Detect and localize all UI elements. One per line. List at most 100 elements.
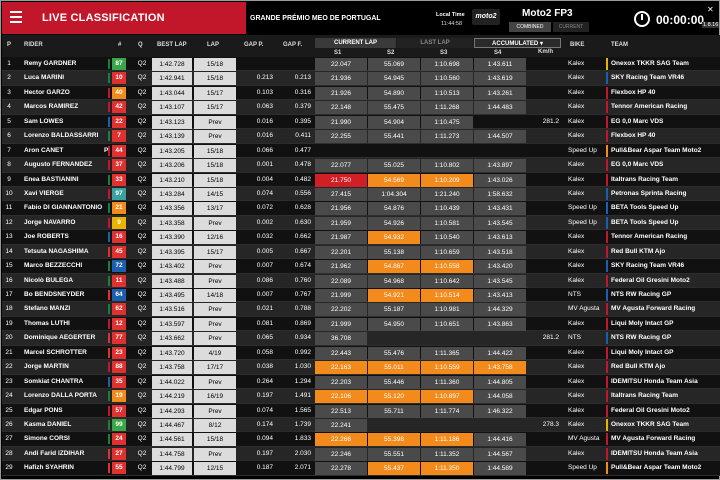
col-q[interactable]: Q [138, 42, 143, 48]
table-row[interactable]: 18 Stefano MANZI Q2 1:43.516 Prev 0.021 0.788 2… [2, 302, 720, 317]
bike-cell: Kalex [568, 392, 585, 400]
sector1-cell: 21.999 [315, 317, 367, 331]
table-row[interactable]: 23 Somkiat CHANTRA Q2 1:44.022 Prev 0.264 1.29… [2, 374, 720, 390]
team-color-bar [606, 144, 608, 157]
team-name: IDEMITSU Honda Team Asia [611, 377, 698, 385]
sector2-cell: 54.926 [368, 216, 420, 230]
table-row[interactable]: 6 Lorenzo BALDASSARRI Q2 1:43.139 Prev 0.016 0… [2, 129, 720, 144]
col-best[interactable]: BEST LAP [157, 42, 187, 48]
col-p[interactable]: P [7, 42, 11, 48]
sector4-cell: 1:43.613 [474, 231, 526, 245]
table-row[interactable]: 5 Sam LOWES Q2 1:43.123 Prev 0.016 0.395 21.990… [2, 114, 720, 130]
bike-number-badge: 87 [112, 58, 126, 70]
table-row[interactable]: 20 Dominique AEGERTER Q2 1:43.662 Prev 0.065 0… [2, 331, 720, 346]
table-row[interactable]: 13 Joe ROBERTS Q2 1:43.390 12/16 0.032 0.662 21… [2, 230, 720, 245]
sector4-cell: 1:46.322 [474, 404, 526, 418]
table-row[interactable]: 24 Lorenzo DALLA PORTA Q2 1:44.219 16/19 0.19… [2, 389, 720, 404]
lap-cell: Prev [194, 332, 236, 346]
best-lap-cell: 1:43.395 [152, 245, 192, 259]
table-row[interactable]: 27 Simone CORSI Q2 1:44.561 15/18 0.094 1.833 2… [2, 432, 720, 447]
gap-first-cell: 0.767 [294, 291, 311, 298]
accumulated-select[interactable]: ACCUMULATED ▾ [474, 38, 561, 48]
sector3-cell: 1:10.475 [421, 115, 473, 129]
rider-name: Aron CANET [24, 146, 64, 154]
table-row[interactable]: 19 Thomas LUTHI Q2 1:43.597 Prev 0.081 0.869 21… [2, 316, 720, 332]
table-row[interactable]: 9 Enea BASTIANINI Q2 1:43.210 15/18 0.004 0.48… [2, 172, 720, 187]
tab-current-lap[interactable]: CURRENT LAP [315, 38, 396, 48]
table-row[interactable]: 7 Aron CANET Q2 1:43.205 15/18 0.066 0.477 Spee… [2, 143, 720, 159]
table-row[interactable]: 28 Andi Farid IZDIHAR Q2 1:44.758 Prev 0.197 2… [2, 446, 720, 462]
gap-first-cell: 0.992 [294, 348, 311, 356]
sector3-cell [421, 419, 473, 432]
team-color-bar [606, 346, 608, 359]
tab-combined[interactable]: COMBINED [509, 22, 551, 32]
col-rider[interactable]: RIDER [24, 42, 43, 48]
qualifying-cell: Q2 [137, 247, 147, 255]
col-num[interactable]: # [118, 42, 121, 48]
table-row[interactable]: 22 Jorge MARTIN Q2 1:43.758 17/17 0.038 1.030 2… [2, 360, 720, 375]
bike-cell: Kalex [568, 132, 585, 140]
table-row[interactable]: 29 Hafizh SYAHRIN Q2 1:44.799 12/15 0.187 2.07… [2, 461, 720, 476]
bike-cell: Kalex [568, 420, 585, 428]
position-cell: 11 [5, 204, 13, 212]
rider-name: Nicolò BULEGA [24, 276, 74, 284]
tab-current[interactable]: CURRENT [553, 22, 589, 32]
nation-flag [108, 261, 110, 272]
tab-last-lap[interactable]: LAST LAP [397, 38, 473, 48]
col-lap[interactable]: LAP [207, 42, 219, 48]
sector1-cell: 21.926 [315, 86, 367, 100]
team-color-bar [606, 447, 608, 460]
table-row[interactable]: 1 Remy GARDNER Q2 1:42.728 15/18 22.047 55.069… [2, 57, 720, 72]
table-row[interactable]: 10 Xavi VIERGE Q2 1:43.284 14/15 0.074 0.556 27… [2, 186, 720, 202]
lap-cell: 4/19 [194, 346, 236, 360]
nation-flag [108, 419, 110, 430]
sector2-cell: 54.932 [368, 231, 420, 245]
position-cell: 29 [5, 464, 13, 472]
table-row[interactable]: 26 Kasma DANIEL Q2 1:44.467 8/12 0.174 1.739 22… [2, 417, 720, 433]
best-lap-cell: 1:43.139 [152, 130, 192, 144]
bike-cell: Kalex [568, 449, 585, 457]
rider-name: Luca MARINI [24, 74, 65, 82]
table-row[interactable]: 11 Fabio DI GIANNANTONIO Q2 1:43.356 13/17 0.… [2, 201, 720, 216]
gap-previous-cell: 0.021 [256, 305, 273, 313]
table-row[interactable]: 12 Jorge NAVARRO Q2 1:43.358 Prev 0.002 0.630 2… [2, 215, 720, 231]
sector2-cell: 54.904 [368, 115, 420, 129]
col-bike[interactable]: BIKE [570, 42, 584, 48]
table-row[interactable]: 3 Hector GARZO Q2 1:43.044 15/17 0.103 0.316 21… [2, 85, 720, 101]
table-row[interactable]: 4 Marcos RAMIREZ Q2 1:43.107 15/17 0.063 0.379… [2, 100, 720, 115]
sector4-cell: 1:43.413 [474, 289, 526, 302]
table-row[interactable]: 14 Tetsuta NAGASHIMA Q2 1:43.395 15/17 0.005 0… [2, 244, 720, 260]
col-gap-f[interactable]: GAP F. [283, 42, 302, 48]
team-color-bar [606, 115, 608, 128]
gap-previous-cell: 0.007 [256, 262, 273, 270]
team-name: IDEMITSU Honda Team Asia [611, 449, 698, 457]
sector4-cell: 1:44.567 [474, 447, 526, 461]
sector4-cell: 1:43.545 [474, 216, 526, 230]
table-row[interactable]: 25 Edgar PONS Q2 1:44.293 Prev 0.074 1.565 22.5… [2, 403, 720, 418]
gap-first-cell: 2.030 [294, 449, 311, 457]
table-row[interactable]: 2 Luca MARINI Q2 1:42.941 15/18 0.213 0.213 21.… [2, 71, 720, 86]
table-row[interactable]: 8 Augusto FERNANDEZ Q2 1:43.206 15/18 0.001 0.… [2, 158, 720, 173]
bike-number-badge: 19 [112, 390, 126, 403]
position-cell: 6 [7, 132, 11, 140]
table-row[interactable]: 17 Bo BENDSNEYDER Q2 1:43.495 14/18 0.007 0.76… [2, 288, 720, 303]
table-row[interactable]: 16 Nicolò BULEGA Q2 1:43.488 Prev 0.086 0.760 2… [2, 273, 720, 288]
menu-icon[interactable] [10, 11, 22, 23]
team-name: Red Bull KTM Ajo [611, 247, 666, 255]
table-row[interactable]: 21 Marcel SCHROTTER Q2 1:43.720 4/19 0.058 0.9… [2, 345, 720, 361]
best-lap-cell: 1:43.662 [152, 332, 192, 346]
col-team[interactable]: TEAM [611, 42, 628, 48]
table-row[interactable]: 15 Marco BEZZECCHI Q2 1:43.402 Prev 0.007 0.67… [2, 259, 720, 274]
team-name: Pull&Bear Aspar Team Moto2 [611, 464, 702, 472]
sector2-cell: 55.025 [368, 159, 420, 173]
event-name: GRANDE PRÉMIO MEO DE PORTUGAL [250, 15, 381, 22]
close-icon[interactable]: ✕ [707, 5, 714, 14]
team-name: Flexbox HP 40 [611, 88, 656, 96]
col-gap-p[interactable]: GAP P. [244, 42, 263, 48]
bike-cell: NTS [568, 334, 581, 342]
bike-cell: NTS [568, 291, 581, 298]
sector2-cell: 55.551 [368, 447, 420, 461]
gap-previous-cell: 0.174 [256, 420, 273, 428]
gap-previous-cell: 0.066 [256, 146, 273, 154]
team-color-bar [606, 404, 608, 417]
